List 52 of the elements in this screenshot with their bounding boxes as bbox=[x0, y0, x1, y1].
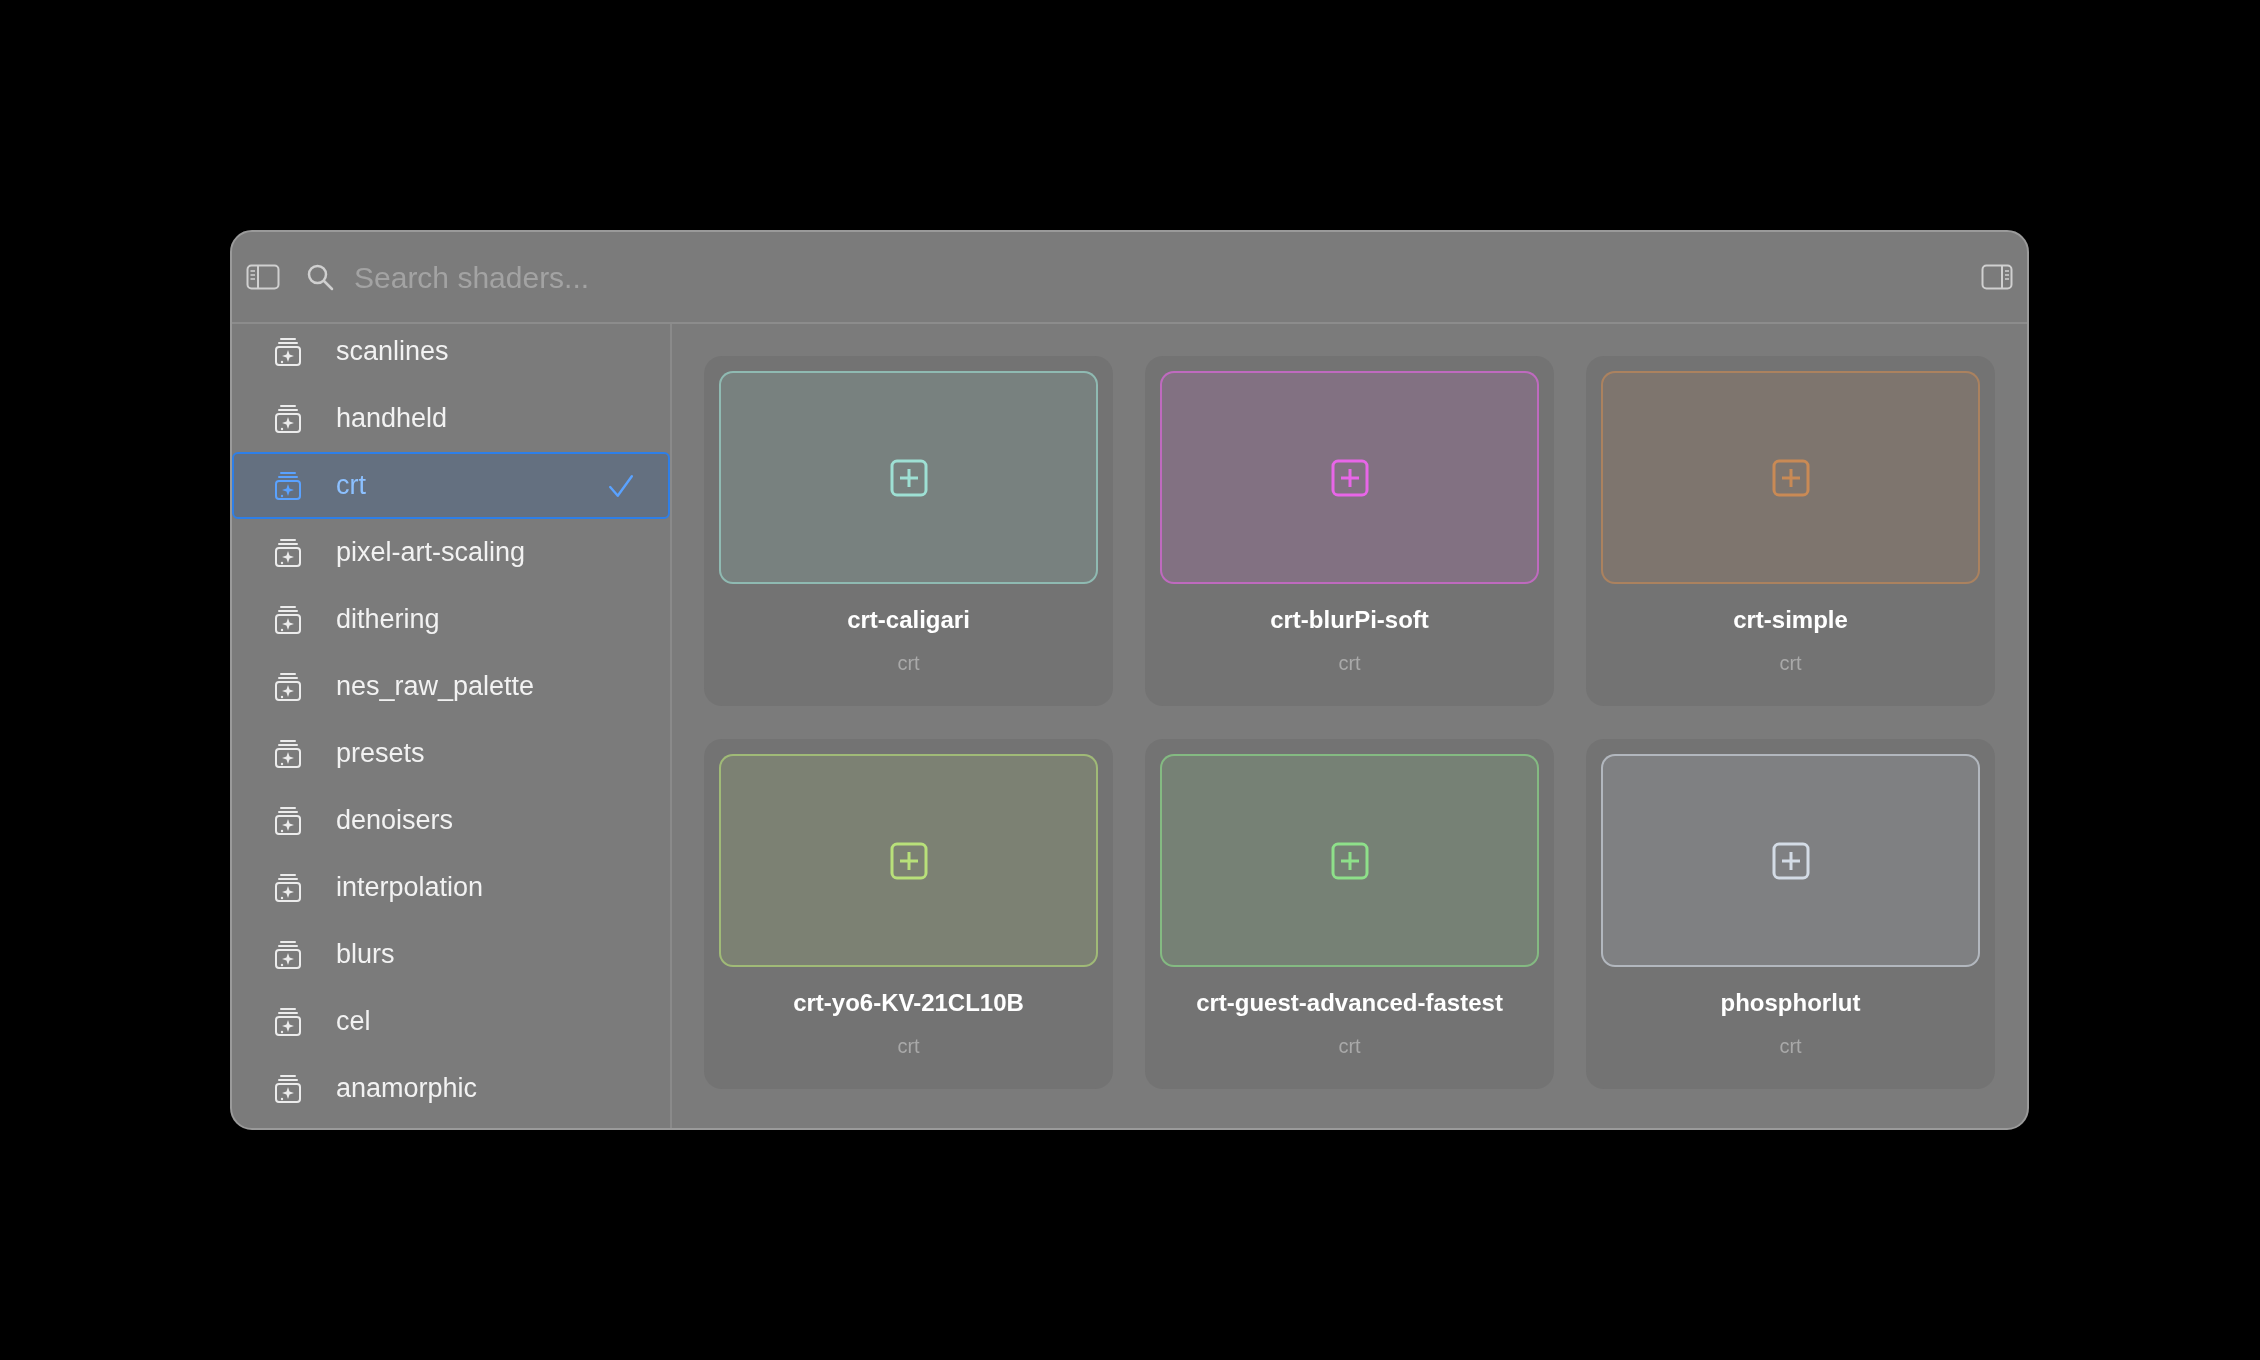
sidebar-item[interactable]: anamorphic bbox=[232, 1055, 670, 1122]
sidebar-item[interactable]: presets bbox=[232, 720, 670, 787]
add-icon bbox=[1771, 841, 1810, 880]
shader-stack-icon bbox=[274, 872, 302, 903]
category-label: dithering bbox=[336, 603, 441, 637]
category-label: blurs bbox=[336, 938, 396, 972]
search-icon bbox=[306, 263, 334, 291]
shader-stack-icon bbox=[274, 604, 302, 635]
category-label: handheld bbox=[336, 402, 449, 436]
shader-name: crt-guest-advanced-fastest bbox=[1196, 988, 1503, 1018]
category-label: crt bbox=[336, 469, 367, 503]
category-label: scanlines bbox=[336, 335, 450, 369]
sidebar-toggle-icon[interactable] bbox=[246, 264, 280, 290]
shader-name: crt-simple bbox=[1733, 605, 1848, 635]
sidebar-item[interactable]: interpolation bbox=[232, 854, 670, 921]
add-icon bbox=[1330, 458, 1369, 497]
sidebar-item[interactable]: denoisers bbox=[232, 787, 670, 854]
shader-name: crt-blurPi-soft bbox=[1270, 605, 1429, 635]
add-icon bbox=[1771, 458, 1810, 497]
shader-stack-icon bbox=[274, 805, 302, 836]
sidebar-item[interactable]: blurs bbox=[232, 921, 670, 988]
shader-stack-icon bbox=[274, 470, 302, 501]
sidebar-item[interactable]: nes_raw_palette bbox=[232, 653, 670, 720]
add-icon bbox=[889, 841, 928, 880]
shader-name: crt-yo6-KV-21CL10B bbox=[793, 988, 1024, 1018]
category-label: cel bbox=[336, 1005, 372, 1039]
checkmark-icon bbox=[608, 472, 634, 499]
shader-name: crt-caligari bbox=[847, 605, 970, 635]
inspector-toggle-icon[interactable] bbox=[1981, 264, 2013, 290]
category-label: nes_raw_palette bbox=[336, 670, 536, 704]
shader-stack-icon bbox=[274, 1073, 302, 1104]
add-icon bbox=[1330, 841, 1369, 880]
category-label: interpolation bbox=[336, 871, 485, 905]
sidebar-item[interactable]: cel bbox=[232, 988, 670, 1055]
shader-stack-icon bbox=[274, 939, 302, 970]
category-label: presets bbox=[336, 737, 426, 771]
shader-stack-icon bbox=[274, 537, 302, 568]
sidebar-item[interactable]: dithering bbox=[232, 586, 670, 653]
sidebar-item[interactable]: scanlines bbox=[232, 324, 670, 385]
category-label: pixel-art-scaling bbox=[336, 536, 527, 570]
category-label: anamorphic bbox=[336, 1072, 479, 1106]
sidebar-item[interactable]: crt bbox=[232, 452, 670, 519]
add-icon bbox=[889, 458, 928, 497]
sidebar-item[interactable]: handheld bbox=[232, 385, 670, 452]
shader-stack-icon bbox=[274, 403, 302, 434]
shader-stack-icon bbox=[274, 1006, 302, 1037]
sidebar-item[interactable]: pixel-art-scaling bbox=[232, 519, 670, 586]
shader-stack-icon bbox=[274, 738, 302, 769]
shader-name: phosphorlut bbox=[1720, 988, 1861, 1018]
shader-stack-icon bbox=[274, 336, 302, 367]
shader-stack-icon bbox=[274, 671, 302, 702]
category-label: denoisers bbox=[336, 804, 455, 838]
